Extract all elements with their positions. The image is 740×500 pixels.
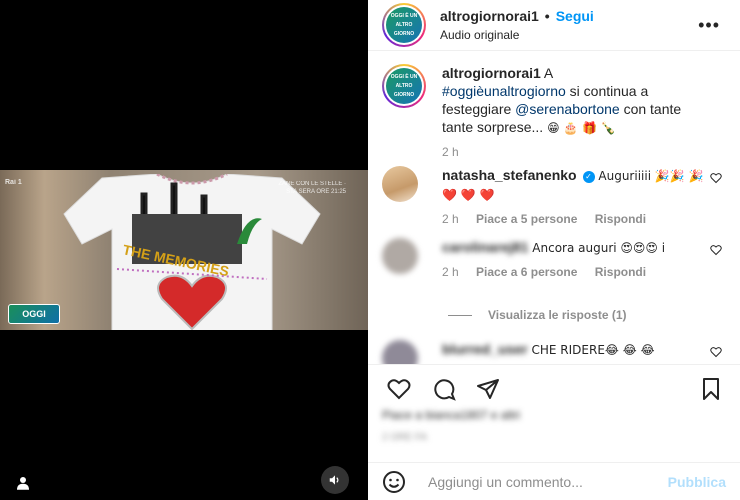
account-logo: OGGI È UN ALTRO GIORNO — [386, 7, 422, 43]
comment-username[interactable]: blurred_user — [442, 341, 528, 357]
share-send-icon[interactable] — [476, 377, 500, 401]
comment-bubble-icon[interactable] — [432, 377, 456, 401]
user-tag-icon[interactable] — [14, 474, 32, 492]
rai-watermark: Rai 1 — [5, 179, 22, 186]
caption-mention[interactable]: @serenabortone — [515, 101, 620, 117]
post-date: 2 ORE FA — [382, 432, 428, 443]
comment-likes[interactable]: Piace a 5 persone — [476, 212, 577, 226]
comment-likes[interactable]: Piace a 6 persone — [476, 265, 577, 279]
caption-hashtag[interactable]: #oggièunaltrogiorno — [442, 83, 566, 99]
reply-button[interactable]: Rispondi — [595, 265, 646, 279]
commenter-avatar[interactable] — [382, 238, 418, 274]
like-comment-icon[interactable] — [710, 172, 722, 184]
caption-time: 2 h — [442, 145, 459, 159]
post-panel: OGGI È UN ALTRO GIORNO altrogiornorai1 •… — [368, 0, 740, 500]
t-shirt-image: THE MEMORIES — [63, 174, 321, 330]
like-comment-icon[interactable] — [710, 244, 722, 256]
follow-button[interactable]: Segui — [556, 8, 594, 24]
comment-input[interactable] — [428, 473, 638, 490]
comment-time: 2 h — [442, 265, 459, 279]
caption-avatar[interactable]: OGGI È UN ALTRO GIORNO — [382, 64, 426, 108]
caption-emojis: 😁 🎂 🎁 🍾 — [547, 121, 616, 135]
audio-label[interactable]: Audio originale — [440, 28, 594, 42]
comment-text: Ancora auguri 😍😍😍 i — [532, 241, 666, 255]
post-actions — [368, 364, 740, 408]
caption-avatar-logo: OGGI È UN ALTRO GIORNO — [386, 68, 422, 104]
account-avatar[interactable]: OGGI È UN ALTRO GIORNO — [382, 3, 426, 47]
likes-summary[interactable]: Piace a bianca1807 e altri — [382, 408, 520, 422]
comments-list[interactable]: OGGI È UN ALTRO GIORNO altrogiornorai1 A… — [368, 52, 740, 364]
show-logo: OGGI — [8, 304, 60, 324]
comment-username[interactable]: carolinarej81 — [442, 239, 528, 255]
comment-time: 2 h — [442, 212, 459, 226]
publish-button[interactable]: Pubblica — [668, 474, 726, 490]
comment-text: CHE RIDERE😂 😂 😂 — [531, 343, 655, 357]
comment-username[interactable]: natasha_stefanenko — [442, 167, 577, 183]
commenter-avatar[interactable] — [382, 340, 418, 364]
reply-button[interactable]: Rispondi — [595, 212, 646, 226]
comment-composer: Pubblica — [368, 462, 740, 500]
like-comment-icon[interactable] — [710, 346, 722, 358]
tv-caption: ZANE CON LE STELLE · STA SERA ORE 21:25 — [278, 181, 346, 195]
post-header: OGGI È UN ALTRO GIORNO altrogiornorai1 •… — [368, 0, 740, 51]
caption-username[interactable]: altrogiornorai1 — [442, 65, 541, 81]
replies-divider — [448, 314, 472, 316]
commenter-avatar[interactable] — [382, 166, 418, 202]
video-frame[interactable]: THE MEMORIES Rai 1 ZANE CON LE STELLE · … — [0, 170, 368, 330]
view-replies-button[interactable]: Visualizza le risposte (1) — [448, 308, 627, 322]
save-bookmark-icon[interactable] — [699, 377, 723, 401]
emoji-picker-icon[interactable] — [382, 470, 406, 494]
more-options-icon[interactable]: ••• — [698, 15, 720, 36]
speaker-icon — [329, 475, 339, 485]
like-heart-icon[interactable] — [387, 377, 411, 401]
view-replies-label: Visualizza le risposte (1) — [488, 308, 627, 322]
audio-toggle-button[interactable] — [321, 466, 349, 494]
verified-badge-icon: ✓ — [582, 171, 595, 183]
caption-lead: A — [543, 65, 554, 81]
account-username[interactable]: altrogiornorai1 — [440, 8, 539, 24]
separator-dot: • — [544, 8, 550, 24]
video-pane[interactable]: THE MEMORIES Rai 1 ZANE CON LE STELLE · … — [0, 0, 368, 500]
